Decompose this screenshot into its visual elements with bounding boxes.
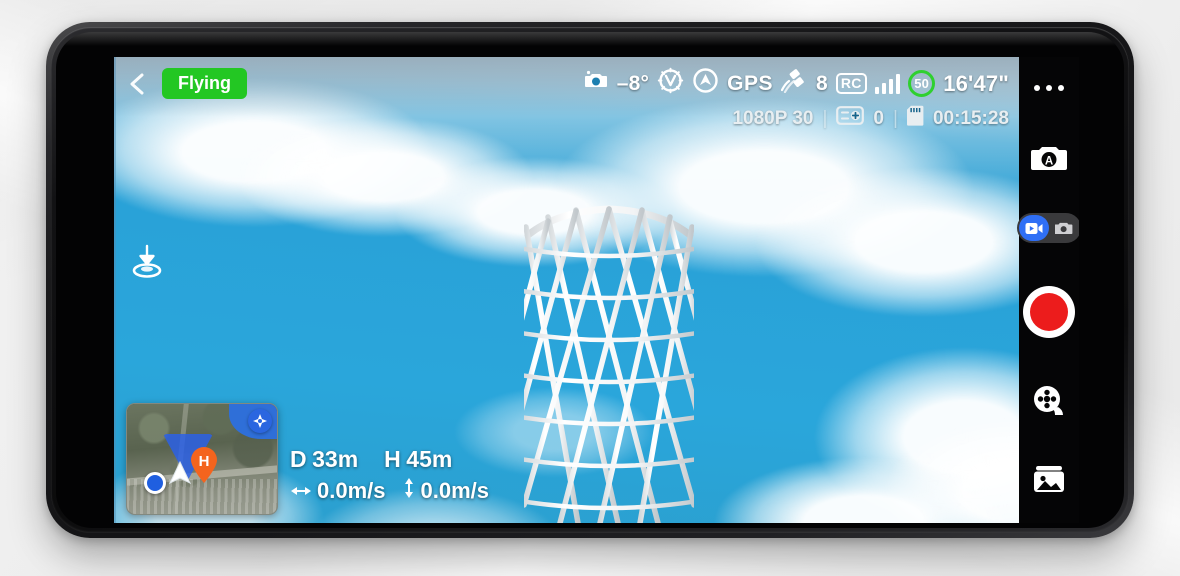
photo-mode-icon[interactable] [1049,215,1079,241]
recenter-icon[interactable] [248,409,272,433]
video-resolution: 1080P 30 [732,107,814,129]
vertical-speed-value: 0.0m/s [420,478,490,503]
screen-left-edge [114,57,116,523]
sd-remaining-time: 00:15:28 [932,107,1009,129]
gps-label: GPS [727,71,773,95]
capture-mode-toggle[interactable] [1017,212,1079,244]
distance-value: 33m [312,446,359,472]
record-button[interactable] [1019,286,1079,338]
satellite-count: 8 [815,71,828,95]
live-video-feed[interactable]: Flying –8° GPS 8 RC 50 16'47" 1080P 30 |… [114,57,1019,523]
lattice-tower-subject [518,205,700,523]
home-point-marker: H [189,446,219,489]
aircraft-status-icon [692,67,719,100]
horizontal-speed-value: 0.0m/s [317,478,386,503]
more-options-icon[interactable] [1019,73,1079,103]
signal-bars-icon [874,73,901,94]
top-status-bar: Flying –8° GPS 8 RC 50 16'47" [114,67,1019,100]
rc-badge: RC [835,73,867,94]
gimbal-pitch-value: –8° [616,71,650,95]
auto-landing-icon[interactable] [130,243,164,284]
camera-control-rail: A [1017,57,1079,523]
vertical-speed-icon [402,477,416,505]
video-mode-icon[interactable] [1019,215,1049,241]
auto-camera-mode-icon[interactable]: A [1019,137,1079,177]
phone-device: Flying –8° GPS 8 RC 50 16'47" 1080P 30 |… [46,22,1134,538]
flight-status-badge: Flying [162,68,247,99]
height-value: 45m [406,446,453,472]
flight-time: 16'47" [943,70,1009,96]
battery-percent: 50 [914,76,930,91]
telemetry-readout: D 33m H 45m 0.0m/s 0.0m/s [290,446,489,505]
battery-indicator: 50 [908,70,936,97]
record-indicator [1030,293,1068,331]
app-screen: Flying –8° GPS 8 RC 50 16'47" 1080P 30 |… [114,57,1079,523]
gallery-icon[interactable] [1019,461,1079,497]
current-location-dot [144,472,166,494]
separator: | [893,107,898,129]
capture-status-bar: 1080P 30 | 0 | 00:15:28 [732,105,1009,132]
svg-text:A: A [1045,155,1053,167]
sd-card-icon [906,105,924,132]
map-preview[interactable]: H [126,403,278,515]
horizontal-speed-icon [290,478,312,504]
screen-gloss [56,32,1124,46]
satellite-icon [780,68,808,99]
vision-system-icon [657,67,684,100]
phone-screen-area: Flying –8° GPS 8 RC 50 16'47" 1080P 30 |… [56,32,1124,528]
record-button-icon[interactable] [1023,286,1075,338]
film-reel-icon[interactable] [1019,382,1079,420]
height-label: H [384,446,402,472]
distance-label: D [290,446,308,472]
exposure-compensation-icon [836,106,865,131]
gimbal-camera-icon [583,70,609,98]
back-chevron-icon[interactable] [124,71,150,97]
exposure-value: 0 [873,107,884,129]
svg-text:H: H [199,453,210,470]
separator: | [822,107,828,129]
